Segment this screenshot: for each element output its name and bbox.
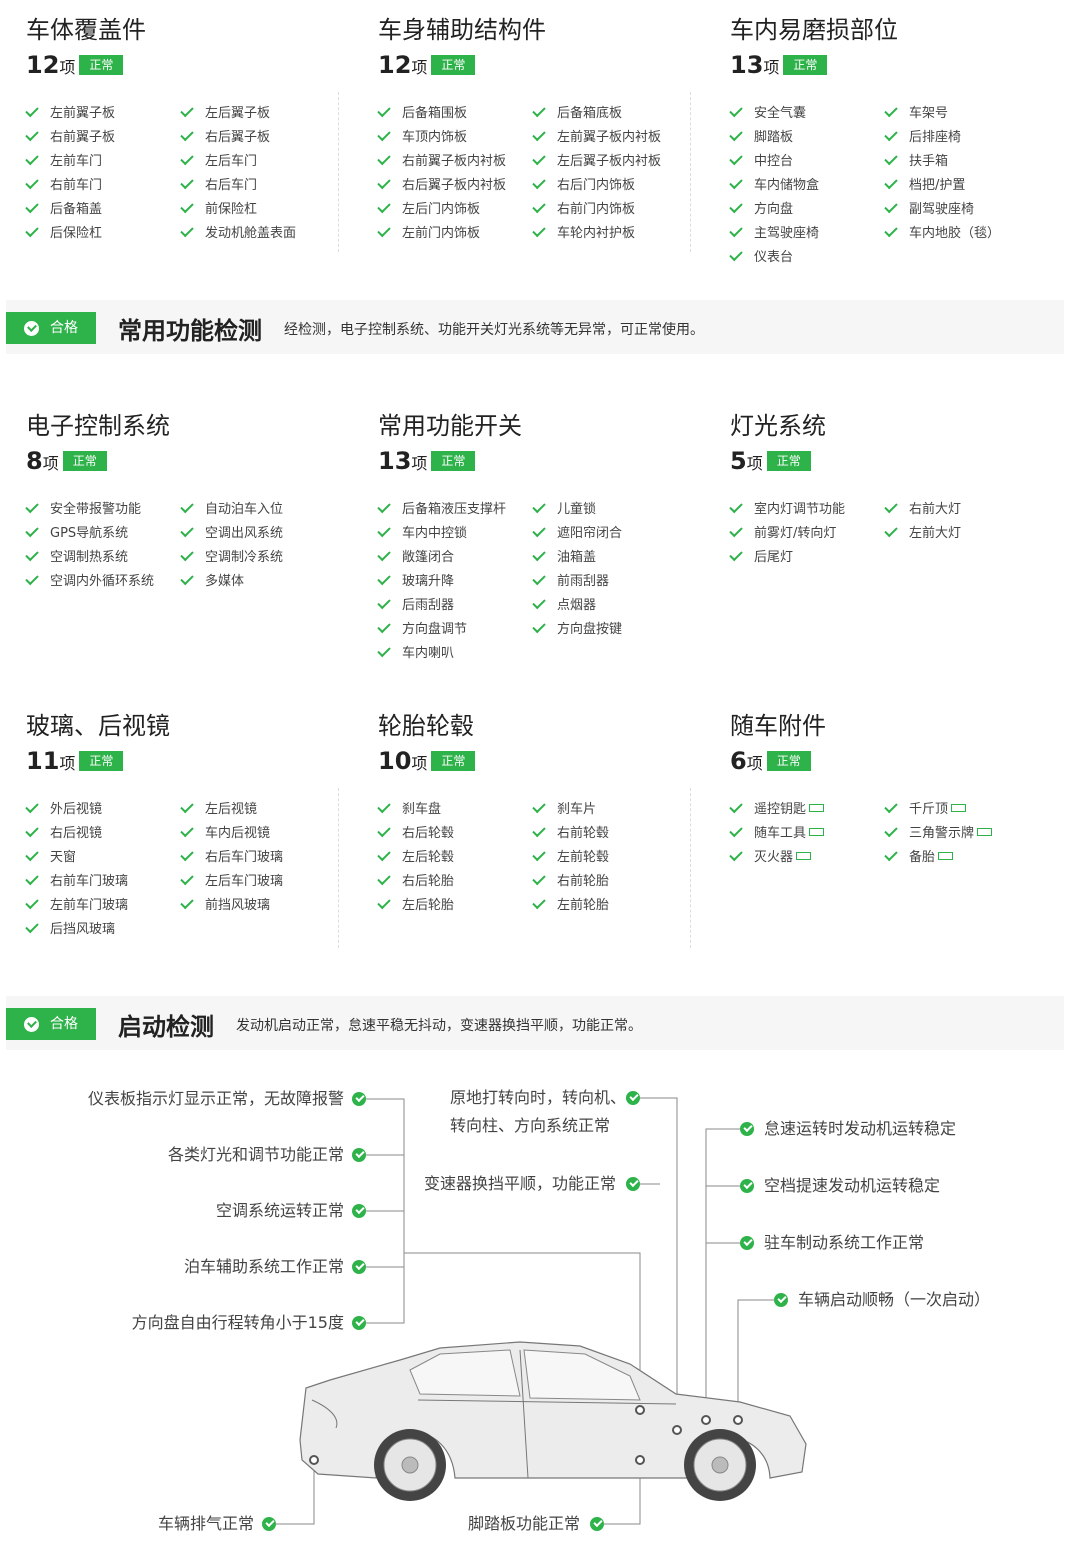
- startup-item: 转向柱、方向系统正常: [450, 1116, 611, 1135]
- check-circle-icon: [774, 1293, 788, 1307]
- check-circle-icon: [352, 1204, 366, 1218]
- check-circle-icon: [626, 1177, 640, 1191]
- check-circle-icon: [590, 1517, 604, 1531]
- startup-item: 泊车辅助系统工作正常: [183, 1257, 344, 1276]
- startup-item: 各类灯光和调节功能正常: [167, 1145, 344, 1164]
- startup-item: 变速器换挡平顺，功能正常: [424, 1174, 617, 1193]
- check-circle-icon: [352, 1260, 366, 1274]
- startup-item: 方向盘自由行程转角小于15度: [131, 1313, 344, 1332]
- check-circle-icon: [262, 1517, 276, 1531]
- startup-item: 仪表板指示灯显示正常，无故障报警: [87, 1089, 344, 1108]
- startup-item: 驻车制动系统工作正常: [764, 1233, 925, 1252]
- check-circle-icon: [740, 1236, 754, 1250]
- startup-item: 原地打转向时，转向机、: [450, 1088, 627, 1107]
- startup-item: 车辆排气正常: [158, 1514, 255, 1533]
- startup-item: 空调系统运转正常: [215, 1201, 344, 1220]
- check-circle-icon: [626, 1091, 640, 1105]
- startup-item: 车辆启动顺畅（一次启动）: [798, 1290, 991, 1309]
- check-circle-icon: [740, 1122, 754, 1136]
- check-circle-icon: [740, 1179, 754, 1193]
- check-circle-icon: [352, 1092, 366, 1106]
- startup-item: 脚踏板功能正常: [468, 1514, 581, 1533]
- check-circle-icon: [352, 1148, 366, 1162]
- startup-item: 空档提速发动机运转稳定: [764, 1176, 941, 1195]
- startup-item: 怠速运转时发动机运转稳定: [764, 1119, 957, 1138]
- check-circle-icon: [352, 1316, 366, 1330]
